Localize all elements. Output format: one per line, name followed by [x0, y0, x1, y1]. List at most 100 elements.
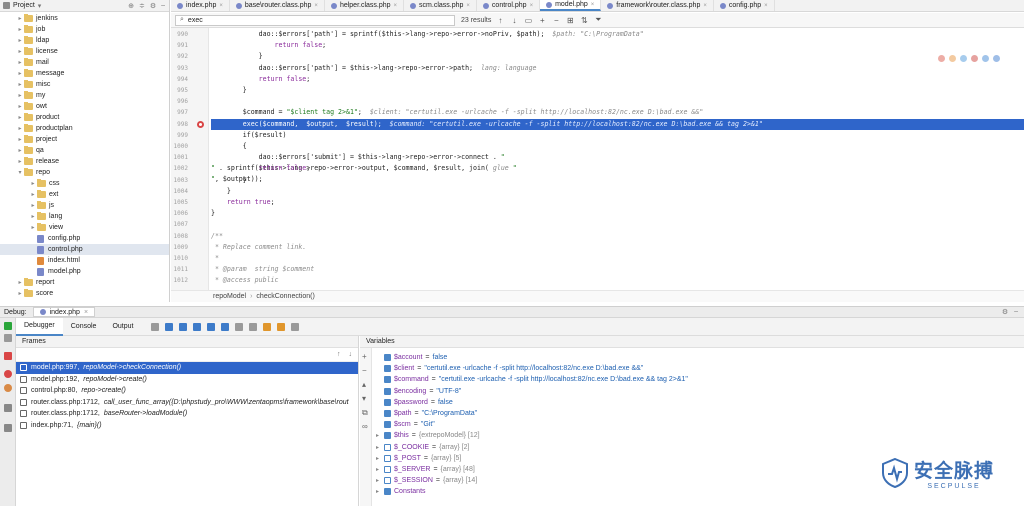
ie-icon[interactable]: [982, 55, 989, 62]
code-line[interactable]: }: [211, 186, 1024, 197]
collapse-icon[interactable]: ≑: [139, 2, 145, 10]
close-icon[interactable]: ×: [466, 3, 470, 9]
chevron-right-icon[interactable]: ▸: [16, 92, 24, 99]
gear-icon[interactable]: ⚙: [150, 2, 156, 10]
view-breakpoints-icon[interactable]: [4, 370, 12, 378]
code-line[interactable]: }: [211, 51, 1024, 62]
tree-item[interactable]: ▸ lang: [0, 211, 169, 222]
chevron-right-icon[interactable]: ▸: [16, 48, 24, 55]
gear-icon[interactable]: ⚙: [1002, 308, 1008, 316]
chevron-right-icon[interactable]: ▸: [16, 37, 24, 44]
stack-frame[interactable]: model.php:997, repoModel->checkConnection…: [16, 362, 358, 374]
chevron-right-icon[interactable]: ▸: [374, 455, 381, 462]
evaluate-expression-icon[interactable]: [249, 322, 258, 331]
chevron-right-icon[interactable]: ▸: [16, 279, 24, 286]
close-icon[interactable]: ×: [530, 3, 534, 9]
code-line[interactable]: * Replace comment link.: [211, 242, 1024, 253]
close-icon[interactable]: ×: [84, 309, 88, 316]
code-line[interactable]: [211, 96, 1024, 107]
chevron-down-icon[interactable]: ▾: [38, 2, 42, 10]
chevron-right-icon[interactable]: ▸: [29, 213, 37, 220]
settings-icon[interactable]: [4, 404, 12, 412]
minimize-icon[interactable]: –: [161, 2, 165, 10]
pause-icon[interactable]: [4, 334, 12, 342]
tree-item[interactable]: ▸ view: [0, 222, 169, 233]
tab-output[interactable]: Output: [104, 318, 141, 336]
remove-occurrence-icon[interactable]: −: [551, 16, 561, 25]
resume-icon[interactable]: [4, 322, 12, 330]
show-execution-point-icon[interactable]: [165, 322, 174, 331]
chevron-right-icon[interactable]: ▸: [16, 114, 24, 121]
code-line[interactable]: dao::$errors['path'] = sprintf($this->la…: [211, 29, 1024, 40]
editor-tab[interactable]: scm.class.php ×: [404, 0, 477, 11]
code-line[interactable]: [211, 219, 1024, 230]
step-out-icon[interactable]: [221, 322, 230, 331]
close-icon[interactable]: ×: [219, 3, 223, 9]
remove-watch-icon[interactable]: −: [362, 366, 367, 375]
restore-layout-icon[interactable]: [291, 322, 300, 331]
filter-icon[interactable]: ⏷: [593, 15, 603, 25]
chevron-right-icon[interactable]: ▸: [16, 70, 24, 77]
chevron-right-icon[interactable]: ▸: [16, 81, 24, 88]
run-to-cursor-icon[interactable]: [235, 322, 244, 331]
tree-item[interactable]: ▸ jenkins: [0, 13, 169, 24]
variable-row[interactable]: ▸ Constants: [374, 486, 426, 497]
tree-item[interactable]: control.php: [0, 244, 169, 255]
tree-item[interactable]: ▸ css: [0, 178, 169, 189]
tree-item[interactable]: ▸ qa: [0, 145, 169, 156]
chevron-right-icon[interactable]: ▸: [16, 103, 24, 110]
editor-tab[interactable]: control.php ×: [477, 0, 541, 11]
chevron-right-icon[interactable]: ▸: [29, 202, 37, 209]
variable-row[interactable]: $client = "certutil.exe -urlcache -f -spli…: [374, 363, 643, 374]
variable-row[interactable]: $scm = "Git": [374, 419, 435, 430]
add-watch-icon[interactable]: +: [362, 352, 367, 361]
tree-item[interactable]: model.php: [0, 266, 169, 277]
opera-icon[interactable]: [971, 55, 978, 62]
chevron-right-icon[interactable]: ▸: [16, 147, 24, 154]
copy-icon[interactable]: ⧉: [362, 408, 368, 418]
variable-row[interactable]: ▸ $_SESSION = {array} [14]: [374, 475, 477, 486]
chrome-icon[interactable]: [938, 55, 945, 62]
previous-result-icon[interactable]: ↑: [495, 16, 505, 25]
select-all-occurrences-icon[interactable]: ⊞: [565, 16, 575, 25]
stack-frame[interactable]: index.php:71, {main}(): [16, 420, 358, 432]
close-icon[interactable]: ×: [314, 3, 318, 9]
layout-icon[interactable]: [151, 322, 160, 331]
debug-session-tab[interactable]: index.php ×: [32, 307, 96, 317]
chevron-right-icon[interactable]: ▸: [374, 466, 381, 473]
chevron-right-icon[interactable]: ▸: [16, 26, 24, 33]
chevron-right-icon[interactable]: ▸: [374, 488, 381, 495]
tree-item[interactable]: ▸ misc: [0, 79, 169, 90]
stack-frame[interactable]: model.php:192, repoModel->create(): [16, 374, 358, 386]
variable-row[interactable]: ▸ $_SERVER = {array} [48]: [374, 464, 475, 475]
tree-item[interactable]: ▸ project: [0, 134, 169, 145]
chevron-down-icon[interactable]: ▾: [16, 169, 24, 176]
chevron-right-icon[interactable]: ▸: [16, 290, 24, 297]
tree-item[interactable]: ▸ report: [0, 277, 169, 288]
tree-item[interactable]: ▸ productplan: [0, 123, 169, 134]
chevron-right-icon[interactable]: ▸: [374, 444, 381, 451]
code-line[interactable]: dao::$errors['submit'] = $this->lang->re…: [211, 152, 1024, 183]
tab-console[interactable]: Console: [63, 318, 105, 336]
select-all-icon[interactable]: ▭: [523, 16, 533, 25]
code-line[interactable]: * @param string $comment: [211, 264, 1024, 275]
breakpoint-icon[interactable]: [197, 120, 204, 128]
chevron-right-icon[interactable]: ▸: [16, 59, 24, 66]
tree-item[interactable]: ▸ job: [0, 24, 169, 35]
code-line[interactable]: }: [211, 175, 1024, 186]
code-line[interactable]: *: [211, 253, 1024, 264]
variable-row[interactable]: $path = "C:\ProgramData": [374, 408, 477, 419]
glasses-icon[interactable]: ∞: [362, 422, 368, 431]
tree-item[interactable]: ▸ release: [0, 156, 169, 167]
code-line[interactable]: return false;: [211, 74, 1024, 85]
tree-item[interactable]: ▾ repo: [0, 167, 169, 178]
globe-icon[interactable]: ⊕: [128, 2, 134, 10]
tree-item[interactable]: config.php: [0, 233, 169, 244]
code-editor[interactable]: 990 991 992 993 994 995 996 997 998 999 1000 1001 10…: [171, 28, 1024, 290]
edge-icon[interactable]: [993, 55, 1000, 62]
line-number-gutter[interactable]: 990 991 992 993 994 995 996 997 998 999 1000 1001 10…: [171, 28, 209, 290]
code-line[interactable]: /**: [211, 231, 1024, 242]
move-up-icon[interactable]: ▴: [362, 380, 366, 389]
chevron-right-icon[interactable]: ▸: [16, 125, 24, 132]
chevron-right-icon[interactable]: ▸: [374, 477, 381, 484]
